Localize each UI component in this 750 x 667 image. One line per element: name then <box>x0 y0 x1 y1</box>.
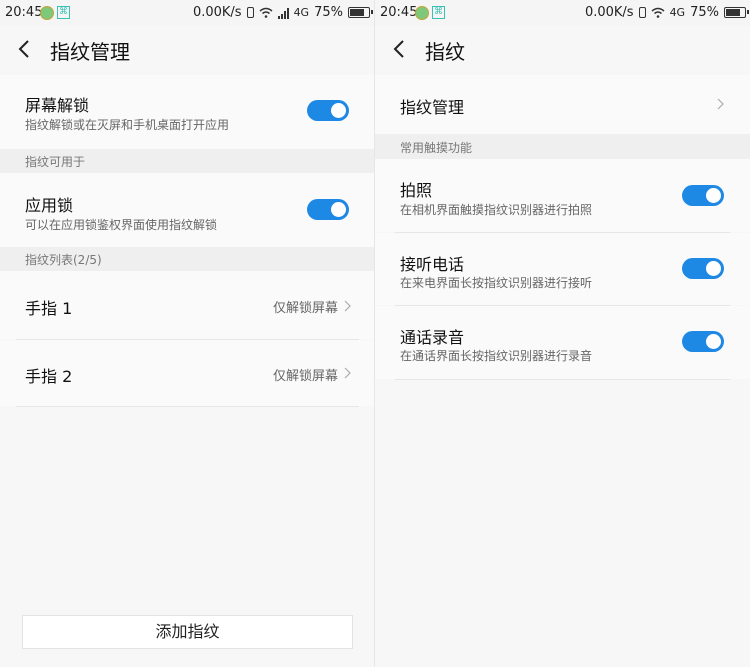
section-header: 常用触摸功能 <box>375 134 750 159</box>
feature-row-answer-call[interactable]: 接听电话 在来电界面长按指纹识别器进行接听 <box>375 233 750 305</box>
network-speed: 0.00K/s <box>584 5 634 20</box>
fingerprint-management-row[interactable]: 指纹管理 <box>375 75 750 134</box>
back-arrow-icon[interactable] <box>389 38 411 60</box>
status-time: 20:45 <box>380 5 418 20</box>
battery-percent: 75% <box>314 5 343 20</box>
fingerprint-screen: 20:45 ⌘ 0.00K/s 4G 75% 指纹 指纹管理 常用触摸功能 拍照 <box>375 0 750 667</box>
battery-percent: 75% <box>690 5 719 20</box>
vibrate-icon <box>638 7 646 18</box>
page-title: 指纹管理 <box>50 40 130 64</box>
app-notification-icon <box>415 6 429 20</box>
network-type: 4G <box>293 6 310 19</box>
screen-unlock-title: 屏幕解锁 <box>25 96 90 115</box>
network-speed: 0.00K/s <box>192 5 242 20</box>
section-header: 指纹可用于 <box>0 149 374 173</box>
wifi-icon <box>259 7 273 18</box>
status-indicators: 0.00K/s 4G 75% <box>192 5 373 20</box>
chevron-right-icon <box>344 367 351 379</box>
add-fingerprint-button[interactable]: 添加指纹 <box>22 615 353 649</box>
network-type: 4G <box>669 6 686 19</box>
app-lock-subtitle: 可以在应用锁鉴权界面使用指纹解锁 <box>25 218 218 232</box>
app-notification-icon: ⌘ <box>432 6 445 19</box>
title-bar: 指纹管理 <box>0 26 374 74</box>
photo-toggle[interactable] <box>682 185 724 206</box>
app-notification-icon: ⌘ <box>57 6 70 19</box>
finger-1-row[interactable]: 手指 1 仅解锁屏幕 <box>0 271 374 339</box>
battery-icon <box>724 7 749 18</box>
signal-icon <box>277 7 289 19</box>
app-lock-toggle[interactable] <box>307 199 349 220</box>
section-label-touch: 常用触摸功能 <box>400 141 473 155</box>
status-bar: 20:45 ⌘ 0.00K/s 4G 75% <box>0 0 374 26</box>
call-recording-toggle[interactable] <box>682 331 724 352</box>
screen-unlock-subtitle: 指纹解锁或在灭屏和手机桌面打开应用 <box>25 118 230 132</box>
section-label-usable: 指纹可用于 <box>25 155 86 169</box>
finger-name: 手指 1 <box>25 299 73 318</box>
feature-title: 拍照 <box>400 181 433 200</box>
page-title: 指纹 <box>425 40 465 64</box>
status-indicators: 0.00K/s 4G 75% <box>584 5 749 20</box>
back-arrow-icon[interactable] <box>14 38 36 60</box>
section-label-list: 指纹列表(2/5) <box>25 253 102 267</box>
divider <box>395 379 730 380</box>
screen-unlock-row[interactable]: 屏幕解锁 指纹解锁或在灭屏和手机桌面打开应用 <box>0 75 374 149</box>
finger-value: 仅解锁屏幕 <box>273 369 339 384</box>
feature-title: 接听电话 <box>400 255 465 274</box>
screen-unlock-toggle[interactable] <box>307 100 349 121</box>
finger-name: 手指 2 <box>25 367 73 386</box>
chevron-right-icon <box>717 98 724 110</box>
feature-subtitle: 在来电界面长按指纹识别器进行接听 <box>400 276 593 290</box>
finger-2-row[interactable]: 手指 2 仅解锁屏幕 <box>0 340 374 406</box>
feature-title: 通话录音 <box>400 328 465 347</box>
fingerprint-management-screen: 20:45 ⌘ 0.00K/s 4G 75% 指纹管理 屏幕解锁 指纹解锁或在灭… <box>0 0 375 667</box>
app-notification-icon <box>40 6 54 20</box>
feature-row-photo[interactable]: 拍照 在相机界面触摸指纹识别器进行拍照 <box>375 159 750 232</box>
app-lock-row[interactable]: 应用锁 可以在应用锁鉴权界面使用指纹解锁 <box>0 173 374 247</box>
divider <box>16 406 359 407</box>
battery-icon <box>348 7 373 18</box>
vibrate-icon <box>246 7 254 18</box>
section-header: 指纹列表(2/5) <box>0 247 374 271</box>
manage-label: 指纹管理 <box>400 98 465 117</box>
wifi-icon <box>651 7 665 18</box>
feature-row-call-recording[interactable]: 通话录音 在通话界面长按指纹识别器进行录音 <box>375 306 750 379</box>
status-time: 20:45 <box>5 5 43 20</box>
feature-subtitle: 在通话界面长按指纹识别器进行录音 <box>400 349 593 363</box>
app-lock-title: 应用锁 <box>25 196 74 215</box>
finger-value: 仅解锁屏幕 <box>273 301 339 316</box>
chevron-right-icon <box>344 300 351 312</box>
feature-subtitle: 在相机界面触摸指纹识别器进行拍照 <box>400 203 593 217</box>
status-bar: 20:45 ⌘ 0.00K/s 4G 75% <box>375 0 750 26</box>
title-bar: 指纹 <box>375 26 750 74</box>
answer-call-toggle[interactable] <box>682 258 724 279</box>
